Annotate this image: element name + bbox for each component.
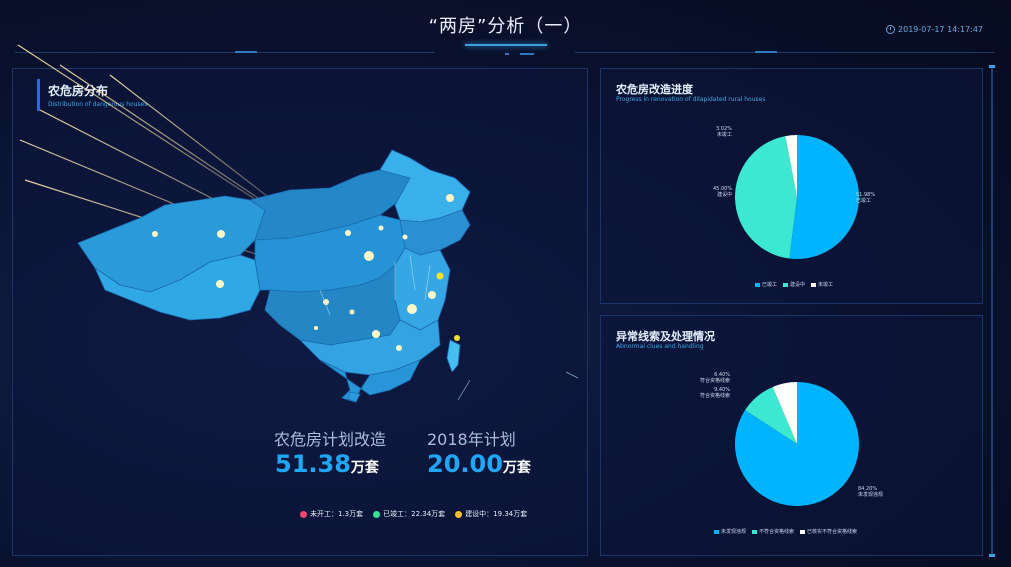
city-marker[interactable] bbox=[378, 225, 384, 231]
legend-label: 不符合资格线索 bbox=[759, 529, 795, 535]
yellow-dot-icon bbox=[455, 510, 463, 518]
city-marker[interactable] bbox=[217, 230, 225, 238]
legend-item[interactable]: 未发现违规 bbox=[714, 528, 746, 535]
pie1-label-jianshezhong: 45.00% 建设中 bbox=[713, 186, 732, 198]
legend-item-not-started[interactable]: 未开工：1.3万套 bbox=[300, 509, 363, 519]
progress-legend: 已竣工 建设中 未竣工 bbox=[755, 281, 833, 288]
legend-item[interactable]: 不符合资格线索 bbox=[752, 528, 794, 535]
right-edge-scrollbar[interactable] bbox=[991, 66, 993, 556]
pie2-label-84: 84.20% 未发现违规 bbox=[858, 486, 883, 498]
city-marker[interactable] bbox=[216, 280, 224, 288]
pie2-label-9: 9.40% 符合资格线索 bbox=[700, 387, 730, 399]
stat-2018-value: 20.00 bbox=[427, 450, 503, 478]
legend-item[interactable]: 建设中 bbox=[783, 281, 805, 288]
legend-item-in-progress[interactable]: 建设中：19.34万套 bbox=[455, 509, 527, 519]
pie2-cat: 未发现违规 bbox=[858, 492, 884, 498]
red-dot-icon bbox=[300, 510, 307, 518]
stat-2018-label: 2018年计划 bbox=[427, 430, 516, 449]
stat-plan-label: 农危房计划改造 bbox=[274, 430, 387, 449]
city-marker[interactable] bbox=[407, 304, 417, 314]
china-provinces[interactable] bbox=[77, 149, 471, 403]
progress-pie-slice-1[interactable] bbox=[735, 136, 797, 259]
pie1-label-yijungong: 51.98% 已竣工 bbox=[856, 192, 875, 204]
scrollbar-cap bbox=[989, 65, 995, 68]
abnormal-pie-chart[interactable] bbox=[600, 315, 983, 556]
pie1-cat: 建设中 bbox=[717, 192, 733, 198]
legend-label: 已竣工：22.34万套 bbox=[383, 510, 446, 518]
pie1-label-weijungong: 3.02% 未竣工 bbox=[716, 126, 732, 138]
progress-pie-chart[interactable] bbox=[600, 68, 983, 304]
stat-2018-unit: 万套 bbox=[502, 460, 531, 476]
city-marker[interactable] bbox=[364, 251, 374, 261]
city-marker[interactable] bbox=[436, 272, 444, 280]
pie2-cat: 符合资格线索 bbox=[700, 393, 731, 399]
city-marker[interactable] bbox=[349, 309, 355, 315]
city-marker[interactable] bbox=[345, 230, 351, 236]
legend-item[interactable]: 已核实不符合资格线索 bbox=[800, 528, 857, 535]
city-marker[interactable] bbox=[314, 326, 318, 330]
legend-label: 已核实不符合资格线索 bbox=[807, 529, 858, 535]
legend-label: 未发现违规 bbox=[721, 529, 747, 535]
legend-item[interactable]: 未竣工 bbox=[811, 281, 833, 288]
legend-label: 建设中：19.34万套 bbox=[465, 510, 528, 518]
stat-plan-value: 51.38 bbox=[275, 450, 351, 478]
legend-label: 未开工：1.3万套 bbox=[310, 510, 364, 518]
scrollbar-cap bbox=[989, 554, 995, 557]
city-marker[interactable] bbox=[152, 231, 158, 237]
green-dot-icon bbox=[373, 510, 381, 518]
abnormal-legend: 未发现违规 不符合资格线索 已核实不符合资格线索 bbox=[714, 528, 857, 535]
pie2-label-6: 6.40% 符合资格线索 bbox=[700, 372, 730, 384]
stat-plan-value-wrap: 51.38万套 bbox=[275, 450, 379, 478]
city-marker[interactable] bbox=[454, 335, 460, 341]
stat-2018-value-wrap: 20.00万套 bbox=[427, 450, 531, 478]
stat-plan-unit: 万套 bbox=[350, 460, 379, 476]
city-marker[interactable] bbox=[446, 194, 454, 202]
legend-label: 已竣工 bbox=[762, 282, 778, 288]
city-marker[interactable] bbox=[396, 345, 402, 351]
pie1-cat: 未竣工 bbox=[716, 132, 732, 138]
city-marker[interactable] bbox=[402, 234, 408, 240]
legend-item[interactable]: 已竣工 bbox=[755, 281, 777, 288]
legend-label: 建设中 bbox=[790, 282, 806, 288]
legend-label: 未竣工 bbox=[818, 282, 834, 288]
legend-item-completed[interactable]: 已竣工：22.34万套 bbox=[373, 509, 445, 519]
pie1-cat: 已竣工 bbox=[856, 198, 872, 204]
map-legend: 未开工：1.3万套 已竣工：22.34万套 建设中：19.34万套 bbox=[300, 509, 527, 519]
progress-pie-slice-0[interactable] bbox=[789, 135, 859, 259]
pie2-cat: 符合资格线索 bbox=[700, 378, 731, 384]
city-marker[interactable] bbox=[428, 291, 436, 299]
city-marker[interactable] bbox=[372, 330, 380, 338]
